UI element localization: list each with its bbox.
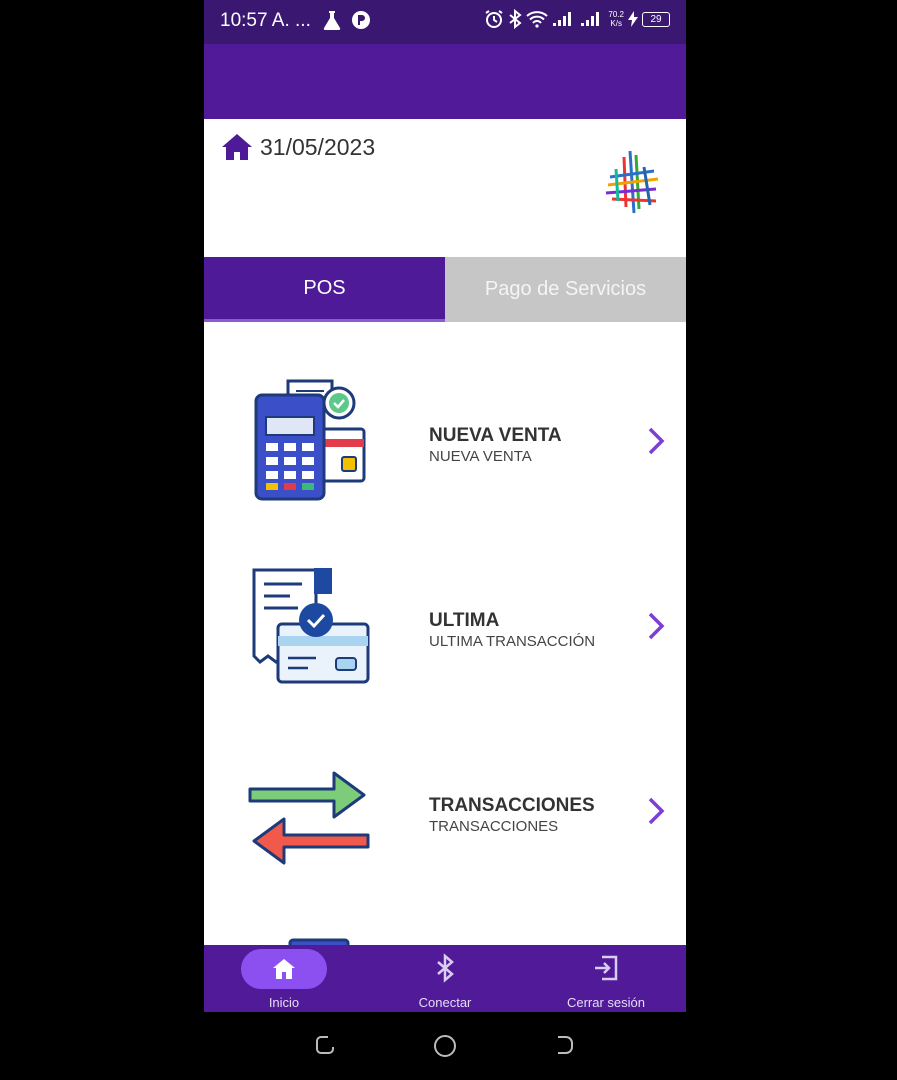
status-time: 10:57 A. ...: [220, 10, 311, 31]
item-text: NUEVA VENTA NUEVA VENTA: [429, 425, 562, 465]
item-title: TRANSACCIONES: [429, 795, 595, 816]
nav-conectar[interactable]: Conectar: [365, 945, 525, 1012]
nav-label: Inicio: [268, 995, 300, 1010]
back-icon[interactable]: [554, 1033, 576, 1057]
item-text: TRANSACCIONES TRANSACCIONES: [429, 795, 595, 835]
item-text: ULTIMA ULTIMA TRANSACCIÓN: [429, 610, 595, 650]
bottom-navigation: Inicio Conectar Cerrar sesión: [204, 945, 686, 1012]
chevron-right-icon[interactable]: [644, 610, 668, 642]
list-item-transacciones[interactable]: TRANSACCIONES TRANSACCIONES: [204, 747, 686, 897]
chevron-right-icon[interactable]: [644, 795, 668, 827]
charging-bolt-icon: [628, 11, 638, 27]
signal-1-icon: [553, 12, 572, 26]
bluetooth-icon: [437, 953, 454, 983]
receipt-card-icon: [252, 568, 370, 684]
home-button-icon[interactable]: [432, 1033, 458, 1059]
item-subtitle: ULTIMA TRANSACCIÓN: [429, 633, 596, 650]
chevron-right-icon[interactable]: [644, 425, 668, 457]
battery-indicator: 29: [642, 11, 670, 27]
system-navigation-bar: [204, 1012, 686, 1080]
item-title: NUEVA VENTA: [429, 425, 562, 446]
bluetooth-status-icon: [509, 9, 523, 29]
wifi-icon: [526, 11, 549, 28]
flask-icon: [323, 11, 341, 30]
item-subtitle: TRANSACCIONES: [429, 818, 559, 835]
recents-icon[interactable]: [314, 1033, 336, 1057]
tab-bar: POS Pago de Servicios: [204, 257, 686, 322]
list-item-ultima[interactable]: ULTIMA ULTIMA TRANSACCIÓN: [204, 562, 686, 712]
item-subtitle: NUEVA VENTA: [429, 448, 532, 465]
nav-cerrar-sesion[interactable]: Cerrar sesión: [526, 945, 686, 1012]
transfer-arrows-icon: [248, 771, 370, 865]
nav-label: Cerrar sesión: [566, 995, 646, 1010]
current-date: 31/05/2023: [260, 133, 376, 160]
home-icon: [273, 959, 295, 979]
alarm-icon: [485, 10, 503, 28]
home-icon[interactable]: [220, 132, 254, 162]
network-speed: 70.2 K/s: [608, 10, 624, 28]
status-icons: 70.2 K/s 29: [484, 9, 670, 29]
date-row: 31/05/2023: [220, 132, 375, 162]
vpn-shield-icon: [352, 11, 370, 29]
tab-pos[interactable]: POS: [204, 257, 445, 322]
pos-terminal-icon: [254, 379, 366, 501]
logout-icon: [595, 955, 618, 981]
app-bar: [204, 44, 686, 119]
phone-screen: 10:57 A. ... 70.2 K/s 29 31/05/2023 POS …: [204, 0, 686, 1080]
status-bar: 10:57 A. ... 70.2 K/s 29: [204, 0, 686, 44]
header-panel: 31/05/2023: [204, 119, 686, 257]
menu-list: NUEVA VENTA NUEVA VENTA ULTIMA ULTIMA TR…: [204, 322, 686, 945]
nav-label: Conectar: [418, 995, 472, 1010]
nav-inicio[interactable]: Inicio: [204, 945, 364, 1012]
company-logo: [605, 150, 659, 214]
next-item-icon-partial: [288, 938, 350, 945]
list-item-nueva-venta[interactable]: NUEVA VENTA NUEVA VENTA: [204, 377, 686, 527]
tab-pago-de-servicios[interactable]: Pago de Servicios: [445, 257, 686, 322]
item-title: ULTIMA: [429, 610, 500, 631]
signal-2-icon: [581, 12, 600, 26]
